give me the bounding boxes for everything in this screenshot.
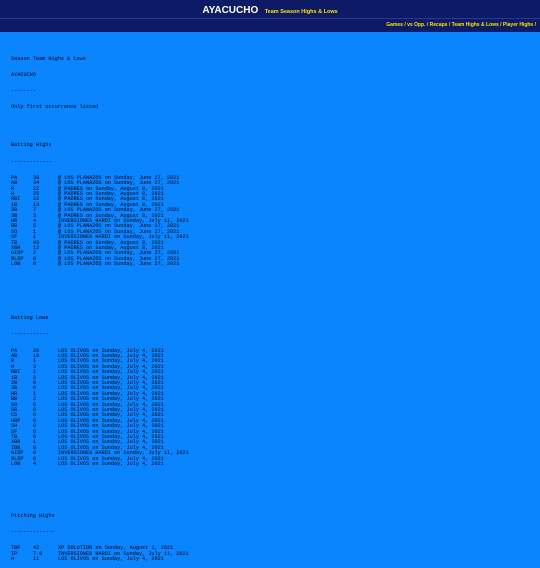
stat-occurrence: LOS OLIVOS on Sunday, July 4, 2021 [58, 461, 164, 468]
nav-link-team-highs-lows[interactable]: Team Highs & Lows [452, 22, 499, 28]
section-title-batting-highs: Batting Highs [11, 142, 52, 149]
stat-occurrence: LOS OLIVOS on Sunday, July 4, 2021 [58, 556, 164, 563]
batting-highs-table: PA 39 @ LOS PLANAZOS on Sunday, June 27, 2… [11, 175, 530, 268]
nav-separator: / [534, 22, 536, 28]
section-underline: -------------- [11, 529, 55, 536]
intro-team-name: AYACUCHO [11, 72, 36, 79]
section-title-batting-lows: Batting Lows [11, 315, 49, 322]
stat-occurrence: @ LOS PLANAZOS on Sunday, June 27, 2021 [58, 261, 180, 268]
stats-content: Season Team Highs & Lows AYACUCHO ------… [0, 32, 540, 568]
section-title-pitching-highs: Pitching Highs [11, 512, 55, 519]
team-title: AYACUCHO [202, 5, 259, 16]
page-subtitle: Team Season Highs & Lows [264, 9, 338, 15]
section-underline: ------------ [11, 331, 49, 338]
pitching-highs-table: TBF 42 XP SOLUTION on Sunday, August 1, 20… [11, 545, 530, 563]
intro-title: Season Team Highs & Lows [11, 55, 86, 62]
nav-link-recaps[interactable]: Recaps [430, 22, 448, 28]
nav-link-player-highs[interactable]: Player Highs [503, 22, 533, 28]
nav-link-games[interactable]: Games [386, 22, 403, 28]
nav-link-vs-opp[interactable]: vs Opp. [407, 22, 425, 28]
nav-bar: Games / vs Opp. / Recaps / Team Highs & … [0, 18, 540, 32]
stat-row: LOB 9 @ LOS PLANAZOS on Sunday, June 27, 2… [11, 261, 530, 268]
stat-value: 11 [33, 556, 40, 563]
stat-value: 4 [33, 461, 37, 468]
stat-value: 9 [33, 261, 37, 268]
intro-note: Only first occurrence listed [11, 104, 99, 111]
stat-row: LOB 4 LOS OLIVOS on Sunday, July 4, 2021 [11, 461, 530, 468]
stat-row: H 11 LOS OLIVOS on Sunday, July 4, 2021 [11, 556, 530, 563]
stat-name: LOB [11, 261, 21, 268]
stat-name: H [11, 556, 15, 563]
stat-name: LOB [11, 461, 21, 468]
section-underline: ------------- [11, 158, 52, 165]
intro-underline: -------- [11, 88, 36, 95]
batting-lows-table: PA 20 LOS OLIVOS on Sunday, July 4, 2021 AB… [11, 348, 530, 468]
page-header: AYACUCHO Team Season Highs & Lows [0, 0, 540, 18]
